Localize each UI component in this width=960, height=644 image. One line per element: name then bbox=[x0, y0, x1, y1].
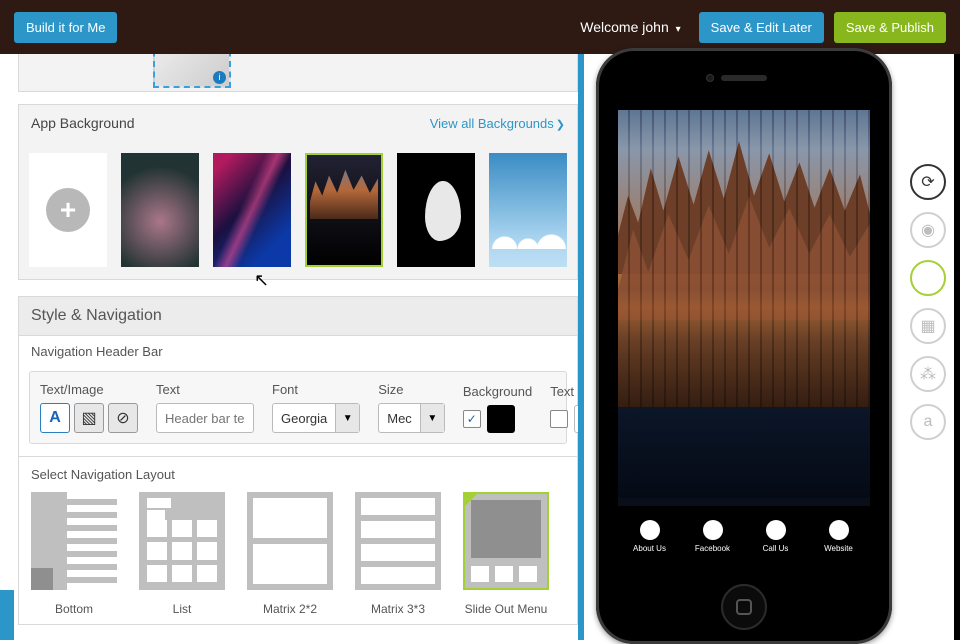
selected-icon-thumb[interactable]: i bbox=[153, 54, 231, 88]
plus-icon: + bbox=[46, 188, 90, 232]
image-icon: ▧ bbox=[81, 408, 96, 428]
add-background-button[interactable]: + bbox=[29, 153, 107, 267]
layout-matrix-3x3[interactable]: Matrix 3*3 bbox=[355, 492, 441, 616]
textcolor-checkbox[interactable] bbox=[550, 410, 568, 428]
preview-divider bbox=[578, 54, 584, 640]
home-button[interactable] bbox=[721, 584, 767, 630]
background-thumb[interactable] bbox=[397, 153, 475, 267]
preview-tab-call[interactable]: Call Us bbox=[744, 506, 807, 566]
amazon-icon[interactable]: a bbox=[910, 404, 946, 440]
header-bar-config: Text/Image A ▧ ⊘ Text Font Georgia ▼ bbox=[29, 371, 567, 444]
blackberry-icon[interactable]: ⁂ bbox=[910, 356, 946, 392]
textcolor-label: Text bbox=[550, 384, 578, 399]
size-label: Size bbox=[378, 382, 445, 397]
navigation-layout-panel: Select Navigation Layout Bottom List Mat… bbox=[18, 457, 578, 625]
caret-down-icon: ▾ bbox=[676, 24, 681, 35]
username: john bbox=[642, 19, 668, 35]
style-navigation-panel: Style & Navigation Navigation Header Bar… bbox=[18, 296, 578, 457]
image-mode-button[interactable]: ▧ bbox=[74, 403, 104, 433]
android-icon[interactable]: ◉ bbox=[910, 212, 946, 248]
font-label: Font bbox=[272, 382, 360, 397]
background-thumb[interactable] bbox=[305, 153, 383, 267]
size-select[interactable]: Mec ▼ bbox=[378, 403, 445, 433]
background-thumb[interactable] bbox=[489, 153, 567, 267]
app-background-header: App Background View all Backgrounds❯ bbox=[18, 104, 578, 141]
refresh-icon[interactable]: ⟳ bbox=[910, 164, 946, 200]
apple-icon[interactable] bbox=[910, 260, 946, 296]
topbar: Build it for Me Welcome john ▾ Save & Ed… bbox=[0, 0, 960, 54]
build-it-button[interactable]: Build it for Me bbox=[14, 12, 117, 43]
textimage-label: Text/Image bbox=[40, 382, 138, 397]
save-edit-button[interactable]: Save & Edit Later bbox=[699, 12, 824, 43]
background-color-swatch[interactable] bbox=[487, 405, 515, 433]
chevron-right-icon: ❯ bbox=[556, 119, 565, 131]
scroll-rail bbox=[0, 590, 14, 640]
layout-title: Select Navigation Layout bbox=[31, 467, 565, 482]
nav-header-subheading: Navigation Header Bar bbox=[19, 336, 577, 367]
chevron-down-icon: ▼ bbox=[420, 404, 444, 432]
person-icon bbox=[640, 520, 660, 540]
speaker-icon bbox=[721, 75, 767, 81]
device-switcher: ⟳ ◉ ▦ ⁂ a bbox=[910, 164, 946, 440]
camera-icon bbox=[706, 74, 714, 82]
preview-tab-website[interactable]: Website bbox=[807, 506, 870, 566]
background-thumb[interactable] bbox=[121, 153, 199, 267]
header-text-input[interactable] bbox=[156, 403, 254, 433]
globe-icon bbox=[829, 520, 849, 540]
welcome-prefix: Welcome bbox=[580, 19, 642, 35]
style-nav-heading: Style & Navigation bbox=[19, 297, 577, 336]
layout-slide-out[interactable]: Slide Out Menu bbox=[463, 492, 549, 616]
background-label: Background bbox=[463, 384, 532, 399]
layout-bottom[interactable]: Bottom bbox=[31, 492, 117, 616]
phone-icon bbox=[766, 520, 786, 540]
section-title: App Background bbox=[31, 115, 135, 131]
right-edge bbox=[954, 54, 960, 640]
none-icon: ⊘ bbox=[116, 408, 129, 428]
icon-section-footer: i bbox=[18, 54, 578, 92]
save-publish-button[interactable]: Save & Publish bbox=[834, 12, 946, 43]
preview-tab-about[interactable]: About Us bbox=[618, 506, 681, 566]
preview-screen: About Us Facebook Call Us Website bbox=[618, 110, 870, 566]
facebook-icon bbox=[703, 520, 723, 540]
layout-list[interactable]: List bbox=[139, 492, 225, 616]
background-strip: + bbox=[18, 141, 578, 280]
preview-tabbar: About Us Facebook Call Us Website bbox=[618, 506, 870, 566]
windows-icon[interactable]: ▦ bbox=[910, 308, 946, 344]
background-thumb[interactable] bbox=[213, 153, 291, 267]
layout-matrix-2x2[interactable]: Matrix 2*2 bbox=[247, 492, 333, 616]
background-checkbox[interactable]: ✓ bbox=[463, 410, 481, 428]
info-icon: i bbox=[213, 71, 226, 84]
view-all-backgrounds-link[interactable]: View all Backgrounds❯ bbox=[430, 116, 565, 131]
phone-preview: About Us Facebook Call Us Website bbox=[596, 48, 892, 644]
font-select[interactable]: Georgia ▼ bbox=[272, 403, 360, 433]
chevron-down-icon: ▼ bbox=[335, 404, 359, 432]
text-label: Text bbox=[156, 382, 254, 397]
welcome-menu[interactable]: Welcome john ▾ bbox=[580, 19, 680, 35]
text-mode-button[interactable]: A bbox=[40, 403, 70, 433]
preview-tab-facebook[interactable]: Facebook bbox=[681, 506, 744, 566]
none-mode-button[interactable]: ⊘ bbox=[108, 403, 138, 433]
